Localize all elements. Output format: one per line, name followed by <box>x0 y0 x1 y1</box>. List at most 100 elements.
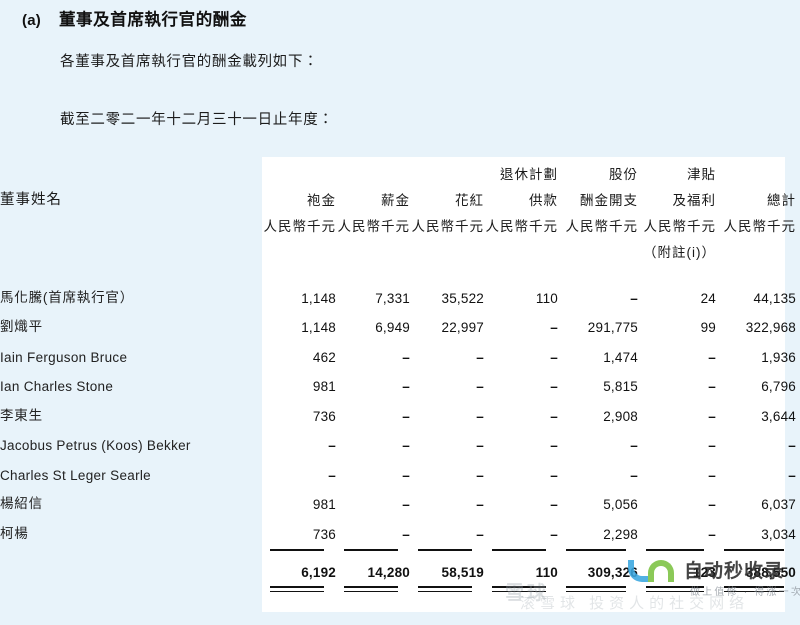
table-row: Ian Charles Stone 981 – – – 5,815 – 6,796 <box>0 365 800 395</box>
totals-label <box>0 551 262 581</box>
cell-r3-c6: 6,796 <box>761 379 796 394</box>
rule-bar <box>646 586 704 588</box>
column-note-6 <box>716 235 796 261</box>
column-header-top-2 <box>410 157 484 183</box>
cell-r7-c0: 981 <box>312 497 336 512</box>
document-page: (a) 董事及首席執行官的酬金 各董事及首席執行官的酬金載列如下： 截至二零二一… <box>0 0 800 625</box>
rule-5 <box>638 542 716 551</box>
intro-paragraph: 各董事及首席執行官的酬金載列如下： <box>60 54 319 70</box>
edge-pad <box>796 551 800 581</box>
cell-r0-c0: 1,148 <box>301 290 336 306</box>
edge-pad <box>796 335 800 365</box>
row-label-6: Charles St Leger Searle <box>0 467 151 483</box>
row-label-3: Ian Charles Stone <box>0 379 114 394</box>
dbl-rule-6 <box>716 580 796 592</box>
column-header-0: 袍金 <box>307 193 336 208</box>
table-row: Jacobus Petrus (Koos) Bekker – – – – – – – <box>0 424 800 454</box>
table-row: 李東生 736 – – – 2,908 – 3,644 <box>0 394 800 424</box>
cell-r6-c5: – <box>708 467 716 483</box>
cell-r3-c2: – <box>476 379 484 394</box>
header-row-top: 退休計劃 股份 津貼 <box>0 157 800 183</box>
column-header-top-6 <box>716 157 796 183</box>
edge-pad <box>796 365 800 395</box>
cell-r7-c4: 5,056 <box>603 497 638 512</box>
period-paragraph: 截至二零二一年十二月三十一日止年度： <box>60 112 334 128</box>
cell-r1-c0: 1,148 <box>301 320 336 335</box>
cell-r2-c0: 462 <box>312 349 336 365</box>
section-label: (a) <box>22 12 41 29</box>
cell-r2-c1: – <box>402 349 410 365</box>
cell-r3-c5: – <box>708 379 716 394</box>
column-unit-1: 人民幣千元 <box>337 219 410 234</box>
column-header-top-0 <box>262 157 336 183</box>
column-note-0 <box>262 235 336 261</box>
table-row: 柯楊 736 – – – 2,298 – 3,034 <box>0 512 800 542</box>
cell-r6-c6: – <box>788 467 796 483</box>
cell-r7-c2: – <box>476 497 484 512</box>
cell-r1-c5: 99 <box>700 320 716 335</box>
column-header-2: 花紅 <box>455 193 484 208</box>
cell-r0-c4: – <box>630 290 638 306</box>
header-gap <box>0 261 800 276</box>
total-c2: 58,519 <box>441 565 484 580</box>
cell-r2-c4: 1,474 <box>603 349 638 365</box>
cell-r5-c3: – <box>550 438 558 453</box>
column-header-1: 薪金 <box>381 193 410 208</box>
header-spacer <box>0 157 262 183</box>
column-note-1 <box>336 235 410 261</box>
row-label-5: Jacobus Petrus (Koos) Bekker <box>0 438 191 453</box>
edge-pad <box>796 483 800 513</box>
section-heading: (a) 董事及首席執行官的酬金 <box>22 6 762 30</box>
rule-bar <box>724 590 784 592</box>
row-label-2: Iain Ferguson Bruce <box>0 349 128 365</box>
cell-r0-c1: 7,331 <box>375 290 410 306</box>
rule-bar <box>566 586 626 588</box>
rule-0 <box>262 542 336 551</box>
header-spacer <box>0 209 262 235</box>
rule-bar <box>646 548 704 551</box>
header-row-note: （附註(i)） <box>0 235 800 261</box>
cell-r8-c1: – <box>402 526 410 542</box>
column-unit-4: 人民幣千元 <box>565 219 638 234</box>
total-c0: 6,192 <box>301 565 336 580</box>
cell-r5-c6: – <box>788 438 796 453</box>
edge-pad <box>796 183 800 209</box>
column-header-4: 酬金開支 <box>580 193 638 208</box>
row-label-1: 劉熾平 <box>0 319 43 334</box>
rule-6 <box>716 542 796 551</box>
column-header-3: 供款 <box>529 193 558 208</box>
cell-r0-c2: 35,522 <box>441 290 484 306</box>
rule-bar <box>724 586 784 588</box>
edge-pad <box>796 209 800 235</box>
rule-2 <box>410 542 484 551</box>
subtotal-rule <box>0 542 800 551</box>
cell-r4-c2: – <box>476 408 484 424</box>
rule-4 <box>558 542 638 551</box>
cell-r6-c4: – <box>630 467 638 483</box>
table-grid: 退休計劃 股份 津貼 董事姓名 袍金 薪金 花紅 供款 酬金開支 及福利 總計 人民幣千元 人民幣千元人… <box>0 157 800 592</box>
rule-bar <box>418 548 472 551</box>
header-row-unit: 人民幣千元 人民幣千元 人民幣千元 人民幣千元 人民幣千元 人民幣千元 人民幣千元 <box>0 209 800 235</box>
page-title: 董事及首席執行官的酬金 <box>58 11 248 29</box>
row-label-8: 柯楊 <box>0 525 29 541</box>
name-column-header: 董事姓名 <box>0 192 62 208</box>
rule-bar <box>418 590 472 592</box>
rule-1 <box>336 542 410 551</box>
rule-bar <box>492 586 546 588</box>
total-c3: 110 <box>535 565 558 580</box>
emoluments-table: 退休計劃 股份 津貼 董事姓名 袍金 薪金 花紅 供款 酬金開支 及福利 總計 人民幣千元 人民幣千元人… <box>0 157 800 612</box>
cell-r2-c6: 1,936 <box>761 349 796 365</box>
cell-r6-c2: – <box>476 467 484 483</box>
column-unit-2: 人民幣千元 <box>411 219 484 234</box>
rule-bar <box>418 586 472 588</box>
edge-pad <box>796 306 800 336</box>
total-c1: 14,280 <box>367 565 410 580</box>
cell-r6-c3: – <box>550 467 558 483</box>
rule-bar <box>646 590 704 592</box>
cell-r5-c0: – <box>328 438 336 453</box>
rule-bar <box>344 590 398 592</box>
totals-row: 6,192 14,280 58,519 110 309,326 123 388,550 <box>0 551 800 581</box>
column-note-2 <box>410 235 484 261</box>
dbl-rule-1 <box>336 580 410 592</box>
edge-pad <box>796 424 800 454</box>
